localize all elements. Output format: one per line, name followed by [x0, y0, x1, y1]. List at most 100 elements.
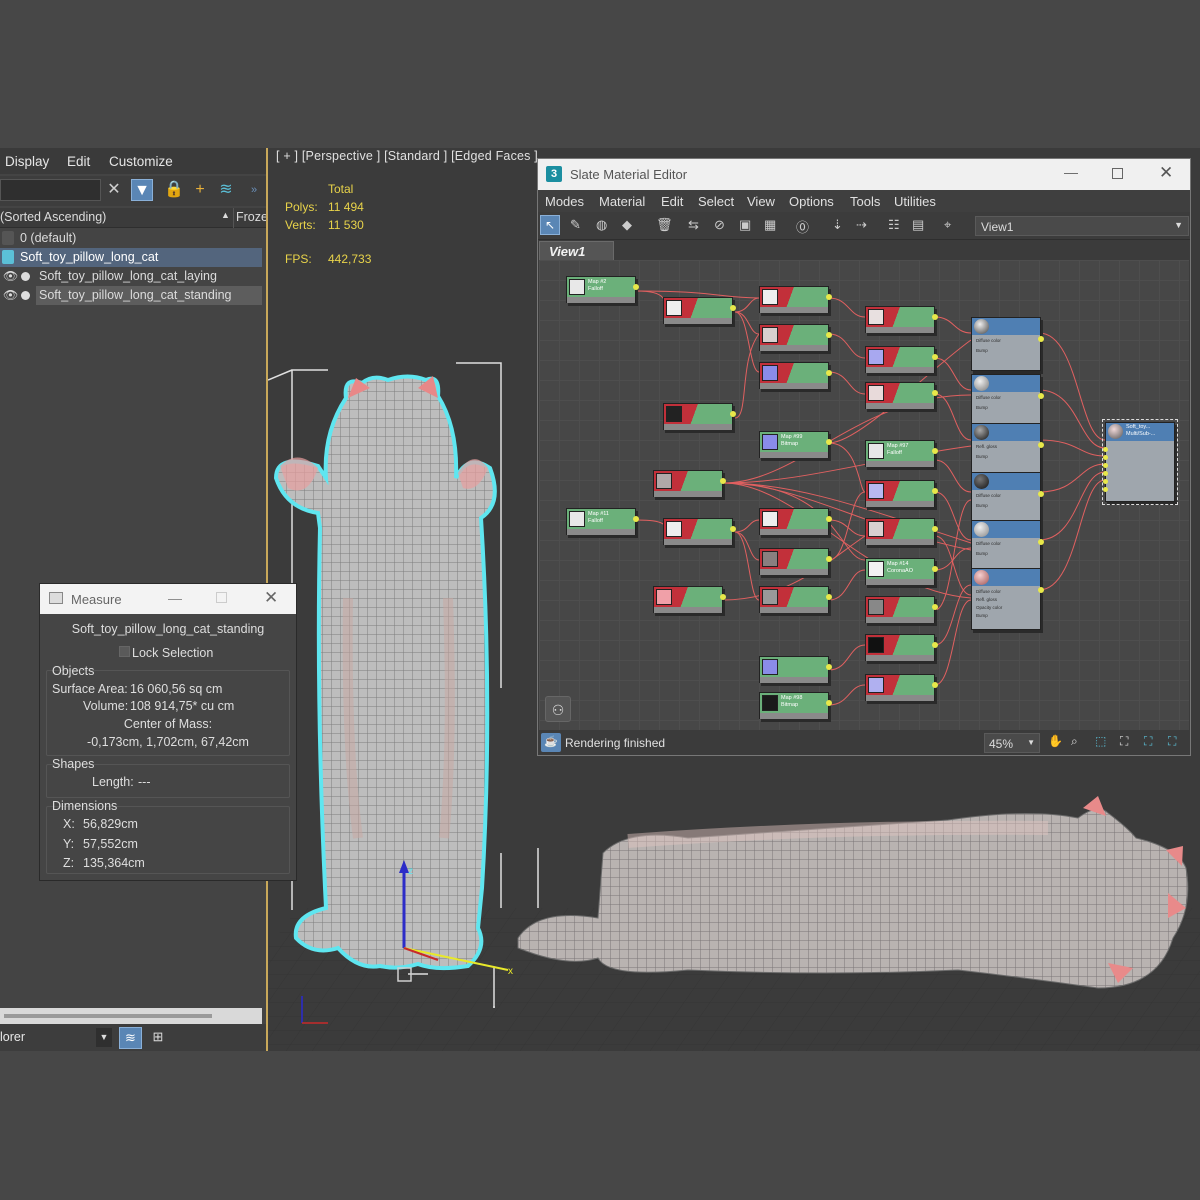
- select-tool-icon[interactable]: ↖: [540, 215, 560, 235]
- map-node-bitmap-98[interactable]: Map #98 Bitmap: [759, 692, 832, 719]
- explorer-horizontal-scrollbar[interactable]: [0, 1008, 262, 1024]
- material-node-corona-3[interactable]: Refl. gloss Bump: [971, 423, 1044, 477]
- menu-modes[interactable]: Modes: [545, 194, 584, 209]
- chevron-down-icon[interactable]: ▼: [96, 1028, 112, 1047]
- slate-material-editor[interactable]: 3 Slate Material Editor — ✕ Modes Materi…: [537, 158, 1191, 756]
- map-node-hub[interactable]: [653, 470, 726, 497]
- map-node-color-correction-b[interactable]: [663, 518, 736, 545]
- measure-titlebar[interactable]: Measure — ✕: [40, 584, 296, 614]
- clear-search-icon[interactable]: ✕: [103, 179, 125, 201]
- hide-unused-icon[interactable]: ⊘: [714, 217, 725, 233]
- layer-row-default[interactable]: 0 (default): [0, 229, 262, 248]
- material-node-corona-1[interactable]: Diffuse color Bump: [971, 317, 1044, 371]
- map-node-corona-normal-c[interactable]: [865, 674, 938, 701]
- map-node-bitmap-f[interactable]: [865, 634, 938, 661]
- material-node-multi-sub[interactable]: Soft_toy... Multi/Sub-...: [1102, 419, 1178, 505]
- show-end-result-icon[interactable]: ⓪: [796, 217, 809, 236]
- layout-all-icon[interactable]: ⇣: [832, 217, 843, 233]
- object-row-laying[interactable]: 👁 Soft_toy_pillow_long_cat_laying: [0, 267, 262, 286]
- map-node-bitmap-d[interactable]: [759, 656, 832, 683]
- minimize-icon[interactable]: —: [1064, 164, 1078, 180]
- map-node-b[interactable]: [759, 508, 832, 535]
- teapot-render-icon[interactable]: ☕: [541, 733, 561, 752]
- zoom-dropdown[interactable]: 45% ▼: [984, 733, 1040, 753]
- map-node-composite-b[interactable]: [865, 518, 938, 545]
- put-to-scene-icon[interactable]: ◆: [622, 217, 632, 233]
- layer-explorer-icon[interactable]: ≋: [119, 1027, 142, 1049]
- explorer-search-input[interactable]: [0, 179, 101, 201]
- map-node-corona-ao-14[interactable]: Map #14 CoronaAO: [865, 558, 938, 585]
- map-node-color-map-d[interactable]: [865, 382, 938, 409]
- close-icon[interactable]: ✕: [1159, 163, 1173, 183]
- minimize-icon[interactable]: —: [168, 590, 182, 606]
- map-node-color-map-c[interactable]: [653, 586, 726, 613]
- eyedropper-icon[interactable]: ✎: [570, 217, 581, 233]
- menu-select[interactable]: Select: [698, 194, 734, 209]
- zoom-extents-icon[interactable]: ⛶: [1120, 734, 1128, 749]
- view-dropdown[interactable]: View1 ▼: [975, 216, 1189, 236]
- show-map-icon[interactable]: ▣: [739, 217, 751, 233]
- select-by-material-icon[interactable]: ⌖: [944, 217, 951, 233]
- move-children-icon[interactable]: ⇆: [688, 217, 699, 233]
- menu-customize[interactable]: Customize: [109, 154, 173, 169]
- add-layer-icon[interactable]: +: [189, 179, 211, 201]
- slate-titlebar[interactable]: 3 Slate Material Editor — ✕: [538, 159, 1190, 190]
- lock-selection-checkbox[interactable]: [119, 646, 130, 657]
- menu-edit[interactable]: Edit: [661, 194, 683, 209]
- pick-material-icon[interactable]: ◍: [596, 217, 607, 233]
- zoom-region-icon[interactable]: ⬚: [1095, 734, 1106, 748]
- navigator-binoculars-icon[interactable]: ⚇: [545, 696, 571, 722]
- map-node-color-correction[interactable]: [663, 297, 736, 324]
- layer-row-long-cat[interactable]: Soft_toy_pillow_long_cat: [0, 248, 262, 267]
- material-node-corona-5[interactable]: Diffuse color Bump: [971, 520, 1044, 574]
- scrollbar-thumb[interactable]: [4, 1014, 212, 1018]
- map-node-corona-normal-b[interactable]: [865, 480, 938, 507]
- zoom-icon[interactable]: ⌕: [1071, 734, 1078, 749]
- layout-children-icon[interactable]: ⇢: [856, 217, 867, 233]
- menu-options[interactable]: Options: [789, 194, 834, 209]
- zoom-extents-selected-icon[interactable]: ⛶: [1144, 734, 1152, 749]
- background-icon[interactable]: ▦: [764, 217, 776, 233]
- zoom-extents-all-icon[interactable]: ⛶: [1168, 734, 1176, 749]
- map-node-falloff-2[interactable]: Map #2 Falloff: [566, 276, 639, 303]
- menu-edit[interactable]: Edit: [67, 154, 90, 169]
- tab-view1[interactable]: View1: [539, 241, 614, 260]
- map-node-bitmap-e[interactable]: [865, 596, 938, 623]
- map-node-bitmap-b[interactable]: [663, 403, 736, 430]
- map-node-falloff-97[interactable]: Map #97 Falloff: [865, 440, 938, 467]
- material-node-corona-6[interactable]: Diffuse color Refl. gloss Opacity color Bum…: [971, 568, 1044, 630]
- map-node-corona-normal[interactable]: [865, 346, 938, 373]
- map-node-bitmap-99[interactable]: Map #99 Bitmap: [759, 431, 832, 458]
- filter-icon[interactable]: ▼: [131, 179, 153, 201]
- maximize-icon[interactable]: [1112, 168, 1123, 179]
- hierarchy-icon[interactable]: ⊞: [148, 1027, 168, 1049]
- map-node-falloff-11[interactable]: Map #11 Falloff: [566, 508, 639, 535]
- parameter-editor-icon[interactable]: ▤: [912, 217, 924, 233]
- menu-display[interactable]: Display: [5, 154, 49, 169]
- menu-view[interactable]: View: [747, 194, 775, 209]
- material-node-corona-4[interactable]: Diffuse color Bump: [971, 472, 1044, 526]
- delete-icon[interactable]: 🗑: [656, 217, 673, 233]
- map-node-a[interactable]: [759, 286, 832, 313]
- frozen-column-label[interactable]: Froze: [236, 210, 268, 224]
- close-icon[interactable]: ✕: [264, 588, 278, 608]
- menu-utilities[interactable]: Utilities: [894, 194, 936, 209]
- map-node-bitmap-a[interactable]: [759, 362, 832, 389]
- explorer-column-header[interactable]: (Sorted Ascending) ▲ Froze: [0, 208, 268, 228]
- layers-icon[interactable]: ≋: [215, 179, 237, 201]
- pan-hand-icon[interactable]: ✋: [1048, 734, 1063, 748]
- material-map-navigator-icon[interactable]: ☷: [888, 217, 900, 233]
- material-node-corona-2[interactable]: Diffuse color Bump: [971, 374, 1044, 428]
- visibility-eye-icon[interactable]: 👁: [3, 267, 18, 286]
- menu-tools[interactable]: Tools: [850, 194, 880, 209]
- map-node-bitmap-c[interactable]: [759, 586, 832, 613]
- node-view-canvas[interactable]: Map #2 Falloff Map #99 Bitmap Map #11 Fallo…: [539, 260, 1189, 730]
- visibility-eye-icon[interactable]: 👁: [3, 286, 18, 305]
- more-icon[interactable]: »: [243, 179, 265, 201]
- lock-icon[interactable]: 🔒: [163, 179, 185, 201]
- sort-column-label[interactable]: (Sorted Ascending): [0, 210, 106, 224]
- menu-material[interactable]: Material: [599, 194, 645, 209]
- map-node-composite[interactable]: [865, 306, 938, 333]
- measure-dialog[interactable]: Measure — ✕ Soft_toy_pillow_long_cat_sta…: [39, 583, 297, 881]
- object-row-standing[interactable]: 👁 Soft_toy_pillow_long_cat_standing: [0, 286, 262, 305]
